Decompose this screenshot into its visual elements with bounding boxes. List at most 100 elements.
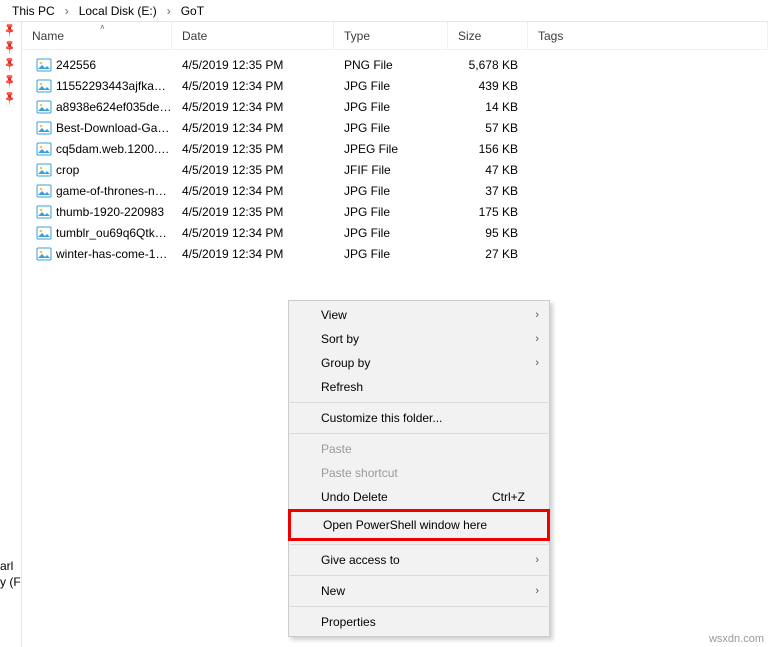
image-file-icon — [36, 78, 52, 94]
file-row[interactable]: game-of-thrones-n…4/5/2019 12:34 PMJPG F… — [22, 180, 768, 201]
menu-label: Undo Delete — [321, 490, 388, 504]
chevron-right-icon[interactable]: › — [61, 4, 73, 18]
file-type: JPG File — [334, 184, 448, 198]
column-header-tags[interactable]: Tags — [528, 22, 768, 49]
file-name: a8938e624ef035de4… — [56, 100, 172, 114]
highlight-box: Open PowerShell window here — [288, 509, 550, 541]
chevron-right-icon: › — [535, 554, 539, 566]
file-row[interactable]: winter-has-come-1… 4/5/2019 12:34 PMJPG F… — [22, 243, 768, 264]
file-date: 4/5/2019 12:34 PM — [172, 226, 334, 240]
breadcrumb-drive[interactable]: Local Disk (E:) — [75, 2, 161, 20]
menu-undo-delete[interactable]: Undo Delete Ctrl+Z — [289, 485, 549, 509]
file-row[interactable]: cq5dam.web.1200.6…4/5/2019 12:35 PMJPEG … — [22, 138, 768, 159]
file-type: JPG File — [334, 100, 448, 114]
sidebar-fragment: y (F — [0, 575, 21, 589]
menu-open-powershell[interactable]: Open PowerShell window here — [291, 512, 547, 538]
file-type: JPG File — [334, 121, 448, 135]
file-size: 95 KB — [448, 226, 528, 240]
chevron-right-icon: › — [535, 309, 539, 321]
column-header-date[interactable]: Date — [172, 22, 334, 49]
file-row[interactable]: a8938e624ef035de4…4/5/2019 12:34 PMJPG F… — [22, 96, 768, 117]
file-date: 4/5/2019 12:34 PM — [172, 247, 334, 261]
menu-paste: Paste — [289, 437, 549, 461]
file-size: 175 KB — [448, 205, 528, 219]
menu-label: Give access to — [321, 553, 400, 567]
menu-shortcut: Ctrl+Z — [492, 490, 525, 504]
breadcrumb-folder[interactable]: GoT — [177, 2, 208, 20]
file-name: tumblr_ou69q6Qtk… — [56, 226, 167, 240]
menu-separator — [290, 402, 548, 403]
menu-refresh[interactable]: Refresh — [289, 375, 549, 399]
menu-new[interactable]: New › — [289, 579, 549, 603]
file-row[interactable]: crop 4/5/2019 12:35 PMJFIF File47 KB — [22, 159, 768, 180]
menu-label: Group by — [321, 356, 370, 370]
file-name: thumb-1920-220983 — [56, 205, 164, 219]
file-type: JFIF File — [334, 163, 448, 177]
file-name: winter-has-come-1… — [56, 247, 167, 261]
image-file-icon — [36, 141, 52, 157]
context-menu: View› Sort by› Group by› Refresh Customi… — [288, 300, 550, 637]
file-size: 27 KB — [448, 247, 528, 261]
file-size: 14 KB — [448, 100, 528, 114]
file-date: 4/5/2019 12:34 PM — [172, 184, 334, 198]
image-file-icon — [36, 246, 52, 262]
menu-label: Open PowerShell window here — [323, 518, 487, 532]
menu-paste-shortcut: Paste shortcut — [289, 461, 549, 485]
sort-caret-icon: ˄ — [100, 23, 105, 32]
column-header-type[interactable]: Type — [334, 22, 448, 49]
image-file-icon — [36, 99, 52, 115]
image-file-icon — [36, 225, 52, 241]
file-size: 5,678 KB — [448, 58, 528, 72]
image-file-icon — [36, 162, 52, 178]
file-row[interactable]: Best-Download-Ga…4/5/2019 12:34 PMJPG Fi… — [22, 117, 768, 138]
image-file-icon — [36, 120, 52, 136]
file-size: 37 KB — [448, 184, 528, 198]
column-header-size[interactable]: Size — [448, 22, 528, 49]
column-header-name[interactable]: Name — [22, 22, 172, 49]
menu-separator — [290, 606, 548, 607]
file-type: JPG File — [334, 226, 448, 240]
menu-view[interactable]: View › — [289, 303, 549, 327]
image-file-icon — [36, 57, 52, 73]
file-row[interactable]: tumblr_ou69q6Qtk… 4/5/2019 12:34 PMJPG Fi… — [22, 222, 768, 243]
chevron-right-icon[interactable]: › — [163, 4, 175, 18]
file-date: 4/5/2019 12:34 PM — [172, 121, 334, 135]
menu-separator — [290, 544, 548, 545]
file-date: 4/5/2019 12:35 PM — [172, 163, 334, 177]
file-name: cq5dam.web.1200.6… — [56, 142, 172, 156]
file-type: JPG File — [334, 205, 448, 219]
menu-label: Paste shortcut — [321, 466, 398, 480]
menu-give-access-to[interactable]: Give access to › — [289, 548, 549, 572]
chevron-right-icon: › — [535, 585, 539, 597]
menu-separator — [290, 575, 548, 576]
menu-sort-by[interactable]: Sort by› — [289, 327, 549, 351]
file-name: 242556 — [56, 58, 96, 72]
file-name: crop — [56, 163, 79, 177]
menu-properties[interactable]: Properties — [289, 610, 549, 634]
menu-label: Paste — [321, 442, 352, 456]
file-type: JPG File — [334, 79, 448, 93]
menu-group-by[interactable]: Group by› — [289, 351, 549, 375]
file-type: JPG File — [334, 247, 448, 261]
file-row[interactable]: 2425564/5/2019 12:35 PMPNG File5,678 KB — [22, 54, 768, 75]
menu-separator — [290, 433, 548, 434]
breadcrumb-this-pc[interactable]: This PC — [8, 2, 59, 20]
file-row[interactable]: 11552293443ajfkap7…4/5/2019 12:34 PMJPG … — [22, 75, 768, 96]
image-file-icon — [36, 183, 52, 199]
file-size: 47 KB — [448, 163, 528, 177]
quick-access-strip: 📌 📌 📌 📌 📌 — [0, 22, 22, 647]
file-type: JPEG File — [334, 142, 448, 156]
file-size: 439 KB — [448, 79, 528, 93]
file-size: 57 KB — [448, 121, 528, 135]
breadcrumb[interactable]: This PC › Local Disk (E:) › GoT — [0, 0, 768, 22]
file-date: 4/5/2019 12:34 PM — [172, 100, 334, 114]
menu-customize-folder[interactable]: Customize this folder... — [289, 406, 549, 430]
file-name: 11552293443ajfkap7… — [56, 79, 172, 93]
column-headers: ˄ Name Date Type Size Tags — [22, 22, 768, 50]
menu-label: New — [321, 584, 345, 598]
file-row[interactable]: thumb-1920-2209834/5/2019 12:35 PMJPG Fi… — [22, 201, 768, 222]
file-size: 156 KB — [448, 142, 528, 156]
menu-label: Properties — [321, 615, 376, 629]
menu-label: Customize this folder... — [321, 411, 442, 425]
menu-label: View — [321, 308, 347, 322]
